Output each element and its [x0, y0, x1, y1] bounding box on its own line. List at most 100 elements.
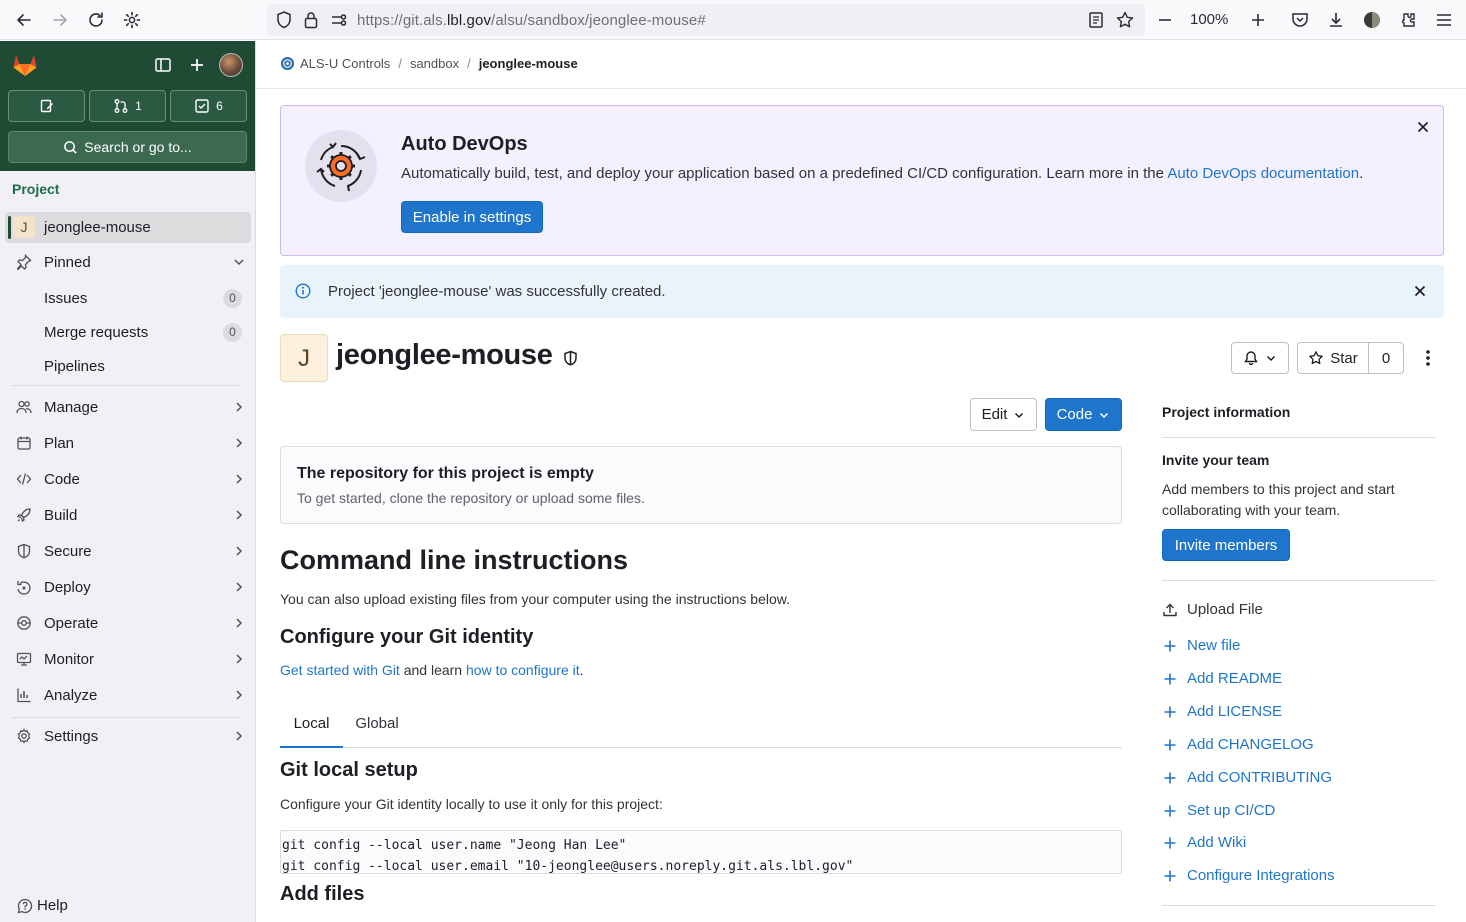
sidebar-item-label: Manage	[44, 398, 99, 416]
forward-arrow-icon[interactable]	[50, 10, 70, 30]
star-count-button[interactable]: 0	[1368, 342, 1404, 374]
close-icon[interactable]	[1415, 119, 1431, 135]
reader-view-icon[interactable]	[1087, 10, 1107, 30]
edit-dropdown-button[interactable]: Edit	[970, 398, 1037, 431]
pocket-icon[interactable]	[1290, 10, 1310, 30]
help-button[interactable]: Help	[17, 897, 68, 914]
get-started-git-link[interactable]: Get started with Git	[280, 662, 400, 678]
add-files-title: Add files	[280, 883, 365, 905]
breadcrumb-project-link[interactable]: jeonglee-mouse	[479, 56, 578, 71]
add-changelog-link[interactable]: Add CHANGELOG	[1162, 736, 1314, 753]
search-label: Search or go to...	[84, 139, 192, 155]
sidebar-item-pipelines[interactable]: Pipelines	[44, 358, 105, 375]
plus-icon	[1162, 671, 1178, 687]
sidebar-toggle-icon[interactable]	[154, 56, 172, 74]
sidebar-item-merge-requests[interactable]: Merge requests	[44, 324, 148, 341]
user-avatar[interactable]	[219, 53, 243, 77]
edit-label: Edit	[981, 406, 1008, 423]
sidebar-item-settings[interactable]: Settings	[8, 720, 250, 752]
sidebar-item-issues[interactable]: Issues	[44, 290, 87, 307]
configure-integrations-link[interactable]: Configure Integrations	[1162, 867, 1335, 884]
add-readme-link[interactable]: Add README	[1162, 670, 1282, 687]
rocket-icon	[16, 507, 32, 523]
address-bar[interactable]: https://git.als.lbl.gov/alsu/sandbox/jeo…	[267, 4, 1145, 36]
command-line-description: You can also upload existing files from …	[280, 591, 790, 607]
sidebar-item-project[interactable]: J jeonglee-mouse	[5, 212, 251, 243]
lock-icon[interactable]	[303, 10, 323, 30]
code-line: git config --local user.name "Jeong Han …	[282, 838, 627, 853]
git-local-setup-title: Git local setup	[280, 759, 418, 781]
tab-global[interactable]: Global	[343, 703, 411, 747]
sidebar-item-pinned[interactable]: Pinned	[8, 246, 250, 278]
chevron-right-icon	[232, 544, 246, 558]
reload-icon[interactable]	[86, 10, 106, 30]
issues-counter-button[interactable]	[8, 90, 85, 122]
project-avatar: J	[280, 334, 328, 382]
chevron-down-icon	[1013, 409, 1025, 421]
sidebar: 1 6 Search or go to... Project J jeongle…	[0, 41, 256, 922]
code-dropdown-button[interactable]: Code	[1045, 398, 1122, 431]
sidebar-item-code[interactable]: Code	[8, 463, 250, 495]
breadcrumb-separator: /	[467, 56, 471, 71]
sidebar-item-deploy[interactable]: Deploy	[8, 571, 250, 603]
star-icon	[1308, 350, 1324, 366]
sidebar-item-build[interactable]: Build	[8, 499, 250, 531]
sidebar-item-manage[interactable]: Manage	[8, 391, 250, 423]
empty-repo-description: To get started, clone the repository or …	[297, 490, 645, 506]
new-file-link[interactable]: New file	[1162, 637, 1240, 654]
settings-gear-icon[interactable]	[122, 10, 142, 30]
invite-members-button[interactable]: Invite members	[1162, 529, 1290, 561]
tab-local[interactable]: Local	[280, 703, 343, 748]
git-config-code-block[interactable]: git config --local user.name "Jeong Han …	[280, 830, 1122, 874]
plus-icon	[1162, 868, 1178, 884]
setup-cicd-link[interactable]: Set up CI/CD	[1162, 802, 1275, 819]
configure-git-link[interactable]: how to configure it	[466, 662, 580, 678]
url-text[interactable]: https://git.als.lbl.gov/alsu/sandbox/jeo…	[357, 12, 706, 29]
sidebar-item-label: Plan	[44, 434, 75, 452]
back-arrow-icon[interactable]	[14, 10, 34, 30]
more-actions-kebab-icon[interactable]	[1418, 348, 1438, 368]
code-label: Code	[1056, 406, 1093, 423]
permissions-icon[interactable]	[329, 10, 349, 30]
project-information-title: Project information	[1162, 404, 1291, 420]
zoom-level[interactable]: 100%	[1190, 11, 1228, 28]
menu-hamburger-icon[interactable]	[1434, 10, 1454, 30]
pin-icon	[16, 254, 32, 270]
gitlab-logo-icon[interactable]	[12, 53, 38, 77]
sidebar-item-plan[interactable]: Plan	[8, 427, 250, 459]
extensions-icon[interactable]	[1398, 10, 1418, 30]
breadcrumb-subgroup-link[interactable]: sandbox	[410, 56, 459, 71]
plus-icon	[1162, 770, 1178, 786]
empty-repo-title: The repository for this project is empty	[297, 465, 594, 482]
breadcrumb-group-link[interactable]: ALS-U Controls	[300, 56, 390, 71]
info-circle-icon	[295, 283, 311, 299]
add-wiki-link[interactable]: Add Wiki	[1162, 834, 1246, 851]
tracking-shield-icon[interactable]	[275, 10, 295, 30]
add-license-link[interactable]: Add LICENSE	[1162, 703, 1282, 720]
bell-icon	[1243, 350, 1259, 366]
downloads-icon[interactable]	[1326, 10, 1346, 30]
visibility-shield-icon	[563, 350, 578, 366]
star-button[interactable]: Star	[1297, 342, 1369, 374]
sidebar-item-monitor[interactable]: Monitor	[8, 643, 250, 675]
sidebar-item-secure[interactable]: Secure	[8, 535, 250, 567]
search-button[interactable]: Search or go to...	[8, 131, 247, 163]
sidebar-item-operate[interactable]: Operate	[8, 607, 250, 639]
account-icon[interactable]	[1362, 10, 1382, 30]
zoom-out-icon[interactable]	[1155, 10, 1175, 30]
devops-docs-link[interactable]: Auto DevOps documentation	[1167, 165, 1359, 182]
add-contributing-link[interactable]: Add CONTRIBUTING	[1162, 769, 1332, 786]
notification-settings-button[interactable]	[1231, 342, 1289, 374]
todos-counter-button[interactable]: 6	[170, 90, 247, 122]
close-icon[interactable]	[1412, 283, 1428, 299]
zoom-in-icon[interactable]	[1248, 10, 1268, 30]
merge-requests-counter-button[interactable]: 1	[89, 90, 166, 122]
bookmark-star-icon[interactable]	[1115, 10, 1135, 30]
search-icon	[63, 140, 78, 155]
chevron-right-icon	[232, 652, 246, 666]
sidebar-item-label: Build	[44, 506, 78, 524]
create-new-plus-icon[interactable]	[188, 56, 206, 74]
upload-file-link[interactable]: Upload File	[1162, 601, 1263, 618]
enable-in-settings-button[interactable]: Enable in settings	[401, 201, 543, 233]
sidebar-item-analyze[interactable]: Analyze	[8, 679, 250, 711]
